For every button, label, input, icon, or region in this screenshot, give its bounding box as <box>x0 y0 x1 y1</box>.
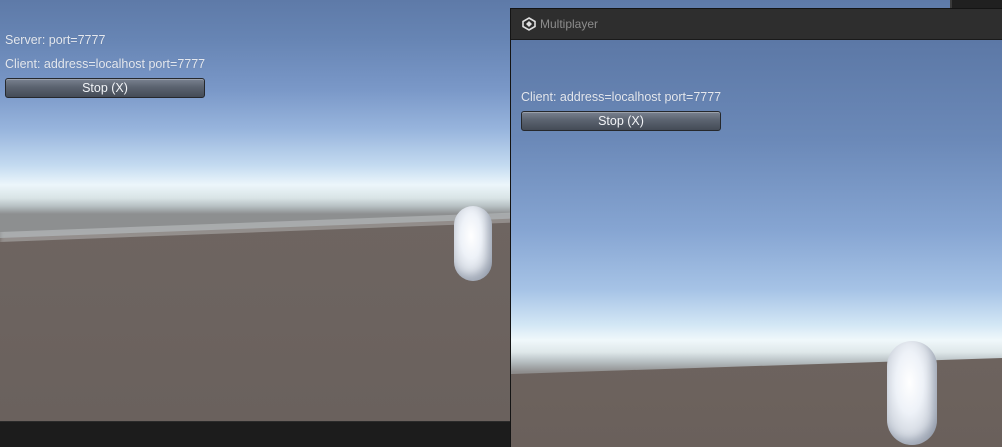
unity-logo-icon <box>522 17 536 31</box>
player-capsule <box>454 206 492 281</box>
multiplayer-game-view: Client: address=localhost port=7777 Stop… <box>511 40 1002 447</box>
background-window-edge <box>950 0 1002 8</box>
client-status-label: Client: address=localhost port=7777 <box>521 90 722 104</box>
window-titlebar[interactable]: Multiplayer <box>511 9 1002 40</box>
desktop: Server: port=7777 Client: address=localh… <box>0 0 1002 447</box>
multiplayer-window[interactable]: Multiplayer Client: address=localhost po… <box>510 8 1002 447</box>
server-status-label: Server: port=7777 <box>5 33 106 47</box>
window-title: Multiplayer <box>540 17 599 31</box>
player-capsule <box>887 341 937 445</box>
stop-button[interactable]: Stop (X) <box>5 78 205 98</box>
stop-button[interactable]: Stop (X) <box>521 111 721 131</box>
client-status-label: Client: address=localhost port=7777 <box>5 57 206 71</box>
